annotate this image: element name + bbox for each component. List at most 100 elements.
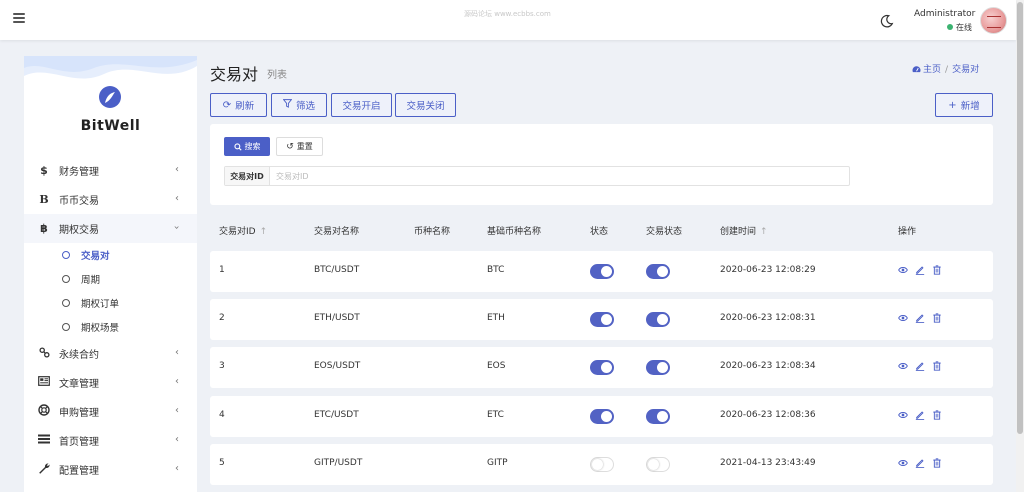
avatar[interactable] [980, 7, 1007, 34]
hamburger-menu-icon[interactable] [13, 13, 25, 23]
trading-pair-id-field: 交易对ID [224, 166, 850, 186]
table-row: 2 ETH/USDT ETH 2020-06-23 12:08:31 [210, 299, 993, 340]
search-panel: 搜索 ↺ 重置 交易对ID [210, 124, 993, 205]
watermark-text: 源码论坛 www.ecbbs.com [464, 10, 551, 18]
disable-trading-button-label: 交易关闭 [406, 101, 445, 112]
trade-status-toggle[interactable] [646, 312, 670, 327]
search-button[interactable]: 搜索 [224, 137, 270, 156]
table-header: 交易对ID ↑ 交易对名称 币种名称 基础币种名称 状态 交易状态 创建时间 ↑ 操… [210, 218, 993, 242]
page-subtitle: 列表 [267, 70, 287, 81]
page-scrollbar[interactable] [1016, 0, 1024, 492]
sidebar-item-subscription[interactable]: 申购管理 ‹ [24, 397, 197, 426]
cell-name: ETC/USDT [314, 410, 359, 420]
circle-icon [62, 299, 70, 307]
sidebar-item-spot-trading[interactable]: B 币币交易 ‹ [24, 185, 197, 214]
status-toggle[interactable] [590, 360, 614, 375]
edit-icon[interactable] [915, 361, 925, 371]
sort-arrow-icon[interactable]: ↑ [760, 227, 768, 237]
view-icon[interactable] [898, 410, 908, 420]
delete-icon[interactable] [932, 313, 942, 323]
edit-icon[interactable] [915, 313, 925, 323]
chevron-left-icon: ‹ [175, 376, 179, 387]
status-toggle[interactable] [590, 409, 614, 424]
sidebar-subitem-trading-pairs[interactable]: 交易对 [24, 243, 197, 267]
sidebar-item-config[interactable]: 配置管理 ‹ [24, 455, 197, 484]
sidebar-subitem-period[interactable]: 周期 [24, 267, 197, 291]
disable-trading-button[interactable]: 交易关闭 [395, 93, 456, 117]
view-icon[interactable] [898, 313, 908, 323]
sidebar-subitem-option-orders[interactable]: 期权订单 [24, 291, 197, 315]
sidebar-subitem-option-scenes[interactable]: 期权场景 [24, 315, 197, 339]
cell-id: 3 [219, 361, 225, 371]
sidebar-subitem-label: 期权订单 [81, 299, 120, 310]
sidebar-item-articles[interactable]: 文章管理 ‹ [24, 368, 197, 397]
trading-pair-id-label: 交易对ID [225, 167, 270, 185]
delete-icon[interactable] [932, 410, 942, 420]
online-dot-icon [947, 24, 953, 30]
moon-icon[interactable] [880, 14, 894, 28]
enable-trading-button[interactable]: 交易开启 [331, 93, 392, 117]
filter-button[interactable]: 筛选 [271, 93, 327, 117]
reset-button[interactable]: ↺ 重置 [276, 137, 323, 156]
cell-name: EOS/USDT [314, 361, 361, 371]
sort-arrow-icon[interactable]: ↑ [260, 227, 268, 237]
column-header-coin: 币种名称 [414, 227, 451, 237]
sidebar-item-label: 财务管理 [59, 167, 99, 178]
trade-status-toggle[interactable] [646, 409, 670, 424]
trade-status-toggle[interactable] [646, 360, 670, 375]
edit-icon[interactable] [915, 458, 925, 468]
search-icon [233, 142, 242, 151]
sidebar-item-options-trading[interactable]: ฿ 期权交易 ‹ [24, 214, 197, 243]
column-header-label: 交易对ID [219, 227, 256, 237]
view-icon[interactable] [898, 458, 908, 468]
sidebar-item-label: 文章管理 [59, 379, 99, 390]
link-icon [38, 346, 50, 361]
breadcrumb-home-link[interactable]: 主页 [923, 65, 941, 75]
view-icon[interactable] [898, 361, 908, 371]
sidebar: BitWell $ 财务管理 ‹ B 币币交易 ‹ ฿ 期权交易 ‹ 交易对 周… [24, 56, 197, 492]
cell-base-coin: GITP [487, 458, 508, 468]
cell-id: 1 [219, 265, 225, 275]
sidebar-item-finance[interactable]: $ 财务管理 ‹ [24, 156, 197, 185]
sidebar-item-homepage[interactable]: 首页管理 ‹ [24, 426, 197, 455]
circle-icon [62, 323, 70, 331]
status-toggle[interactable] [590, 264, 614, 279]
delete-icon[interactable] [932, 265, 942, 275]
search-button-label: 搜索 [244, 142, 261, 151]
cell-created: 2020-06-23 12:08:29 [720, 265, 816, 275]
table-row: 5 GITP/USDT GITP 2021-04-13 23:43:49 [210, 444, 993, 485]
column-header-id[interactable]: 交易对ID ↑ [219, 224, 267, 237]
column-header-created[interactable]: 创建时间 ↑ [720, 224, 768, 237]
filter-button-label: 筛选 [295, 101, 315, 112]
status-toggle[interactable] [590, 312, 614, 327]
cell-base-coin: ETC [487, 410, 504, 420]
view-icon[interactable] [898, 265, 908, 275]
dollar-icon: $ [40, 164, 48, 177]
reset-button-label: 重置 [296, 142, 313, 151]
admin-name[interactable]: Administrator [914, 9, 975, 19]
trading-pair-id-input[interactable] [270, 167, 849, 185]
cell-created: 2021-04-13 23:43:49 [720, 458, 816, 468]
sidebar-item-label: 申购管理 [59, 408, 99, 419]
online-status: 在线 [947, 22, 972, 33]
delete-icon[interactable] [932, 361, 942, 371]
add-button[interactable]: + 新增 [935, 93, 993, 117]
sidebar-item-perpetual[interactable]: 永续合约 ‹ [24, 339, 197, 368]
table-row: 4 ETC/USDT ETC 2020-06-23 12:08:36 [210, 396, 993, 437]
edit-icon[interactable] [915, 410, 925, 420]
trade-status-toggle[interactable] [646, 264, 670, 279]
cell-name: BTC/USDT [314, 265, 360, 275]
refresh-icon: ⟳ [222, 99, 232, 111]
trade-status-toggle[interactable] [646, 457, 670, 472]
table-row: 1 BTC/USDT BTC 2020-06-23 12:08:29 [210, 251, 993, 292]
undo-icon: ↺ [286, 141, 294, 152]
refresh-button[interactable]: ⟳ 刷新 [210, 93, 267, 117]
edit-icon[interactable] [915, 265, 925, 275]
status-toggle[interactable] [590, 457, 614, 472]
scrollbar-thumb[interactable] [1017, 2, 1023, 434]
delete-icon[interactable] [932, 458, 942, 468]
enable-trading-button-label: 交易开启 [342, 101, 381, 112]
refresh-button-label: 刷新 [235, 101, 255, 112]
circle-icon [62, 251, 70, 259]
column-header-actions: 操作 [898, 227, 917, 237]
